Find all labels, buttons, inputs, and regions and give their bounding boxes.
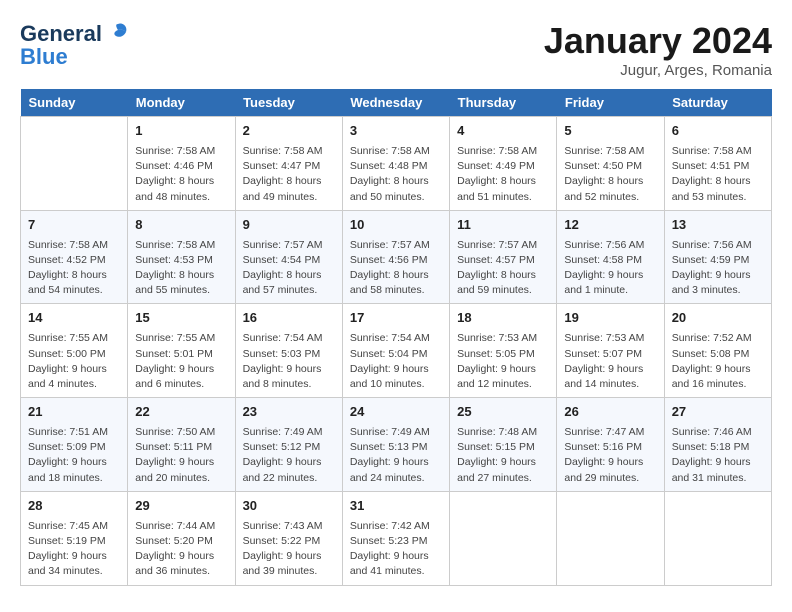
calendar-cell: 30Sunrise: 7:43 AMSunset: 5:22 PMDayligh… — [235, 491, 342, 585]
bird-icon — [104, 20, 132, 48]
calendar-body: 1Sunrise: 7:58 AMSunset: 4:46 PMDaylight… — [21, 117, 772, 586]
logo-text: General Blue — [20, 20, 132, 70]
calendar-cell: 26Sunrise: 7:47 AMSunset: 5:16 PMDayligh… — [557, 398, 664, 492]
col-saturday: Saturday — [664, 89, 771, 117]
calendar-week-1: 1Sunrise: 7:58 AMSunset: 4:46 PMDaylight… — [21, 117, 772, 211]
calendar-cell: 13Sunrise: 7:56 AMSunset: 4:59 PMDayligh… — [664, 210, 771, 304]
calendar-cell: 12Sunrise: 7:56 AMSunset: 4:58 PMDayligh… — [557, 210, 664, 304]
calendar-cell: 28Sunrise: 7:45 AMSunset: 5:19 PMDayligh… — [21, 491, 128, 585]
calendar-cell — [664, 491, 771, 585]
calendar-cell: 18Sunrise: 7:53 AMSunset: 5:05 PMDayligh… — [450, 304, 557, 398]
calendar-cell: 6Sunrise: 7:58 AMSunset: 4:51 PMDaylight… — [664, 117, 771, 211]
calendar-cell: 3Sunrise: 7:58 AMSunset: 4:48 PMDaylight… — [342, 117, 449, 211]
calendar-cell: 7Sunrise: 7:58 AMSunset: 4:52 PMDaylight… — [21, 210, 128, 304]
calendar-header: Sunday Monday Tuesday Wednesday Thursday… — [21, 89, 772, 117]
calendar-cell: 15Sunrise: 7:55 AMSunset: 5:01 PMDayligh… — [128, 304, 235, 398]
calendar-cell — [557, 491, 664, 585]
calendar-cell — [450, 491, 557, 585]
calendar-week-5: 28Sunrise: 7:45 AMSunset: 5:19 PMDayligh… — [21, 491, 772, 585]
calendar-cell: 24Sunrise: 7:49 AMSunset: 5:13 PMDayligh… — [342, 398, 449, 492]
location: Jugur, Arges, Romania — [544, 62, 772, 79]
calendar-cell: 9Sunrise: 7:57 AMSunset: 4:54 PMDaylight… — [235, 210, 342, 304]
col-thursday: Thursday — [450, 89, 557, 117]
col-sunday: Sunday — [21, 89, 128, 117]
calendar-cell: 8Sunrise: 7:58 AMSunset: 4:53 PMDaylight… — [128, 210, 235, 304]
page-header: General Blue January 2024 Jugur, Arges, … — [20, 20, 772, 79]
logo: General Blue — [20, 20, 132, 70]
calendar-cell: 11Sunrise: 7:57 AMSunset: 4:57 PMDayligh… — [450, 210, 557, 304]
header-row: Sunday Monday Tuesday Wednesday Thursday… — [21, 89, 772, 117]
calendar-cell: 31Sunrise: 7:42 AMSunset: 5:23 PMDayligh… — [342, 491, 449, 585]
month-title: January 2024 — [544, 20, 772, 62]
calendar-cell: 21Sunrise: 7:51 AMSunset: 5:09 PMDayligh… — [21, 398, 128, 492]
calendar-cell: 25Sunrise: 7:48 AMSunset: 5:15 PMDayligh… — [450, 398, 557, 492]
calendar-cell: 22Sunrise: 7:50 AMSunset: 5:11 PMDayligh… — [128, 398, 235, 492]
col-wednesday: Wednesday — [342, 89, 449, 117]
col-tuesday: Tuesday — [235, 89, 342, 117]
calendar-cell: 14Sunrise: 7:55 AMSunset: 5:00 PMDayligh… — [21, 304, 128, 398]
calendar-cell: 4Sunrise: 7:58 AMSunset: 4:49 PMDaylight… — [450, 117, 557, 211]
col-monday: Monday — [128, 89, 235, 117]
calendar-cell: 16Sunrise: 7:54 AMSunset: 5:03 PMDayligh… — [235, 304, 342, 398]
calendar-cell: 19Sunrise: 7:53 AMSunset: 5:07 PMDayligh… — [557, 304, 664, 398]
calendar-cell: 5Sunrise: 7:58 AMSunset: 4:50 PMDaylight… — [557, 117, 664, 211]
calendar-cell: 1Sunrise: 7:58 AMSunset: 4:46 PMDaylight… — [128, 117, 235, 211]
calendar-cell: 23Sunrise: 7:49 AMSunset: 5:12 PMDayligh… — [235, 398, 342, 492]
title-block: January 2024 Jugur, Arges, Romania — [544, 20, 772, 79]
calendar-cell: 17Sunrise: 7:54 AMSunset: 5:04 PMDayligh… — [342, 304, 449, 398]
calendar-cell: 10Sunrise: 7:57 AMSunset: 4:56 PMDayligh… — [342, 210, 449, 304]
calendar-cell: 29Sunrise: 7:44 AMSunset: 5:20 PMDayligh… — [128, 491, 235, 585]
calendar-table: Sunday Monday Tuesday Wednesday Thursday… — [20, 89, 772, 586]
calendar-cell: 27Sunrise: 7:46 AMSunset: 5:18 PMDayligh… — [664, 398, 771, 492]
calendar-cell — [21, 117, 128, 211]
calendar-week-4: 21Sunrise: 7:51 AMSunset: 5:09 PMDayligh… — [21, 398, 772, 492]
calendar-week-3: 14Sunrise: 7:55 AMSunset: 5:00 PMDayligh… — [21, 304, 772, 398]
col-friday: Friday — [557, 89, 664, 117]
calendar-cell: 2Sunrise: 7:58 AMSunset: 4:47 PMDaylight… — [235, 117, 342, 211]
calendar-cell: 20Sunrise: 7:52 AMSunset: 5:08 PMDayligh… — [664, 304, 771, 398]
calendar-week-2: 7Sunrise: 7:58 AMSunset: 4:52 PMDaylight… — [21, 210, 772, 304]
